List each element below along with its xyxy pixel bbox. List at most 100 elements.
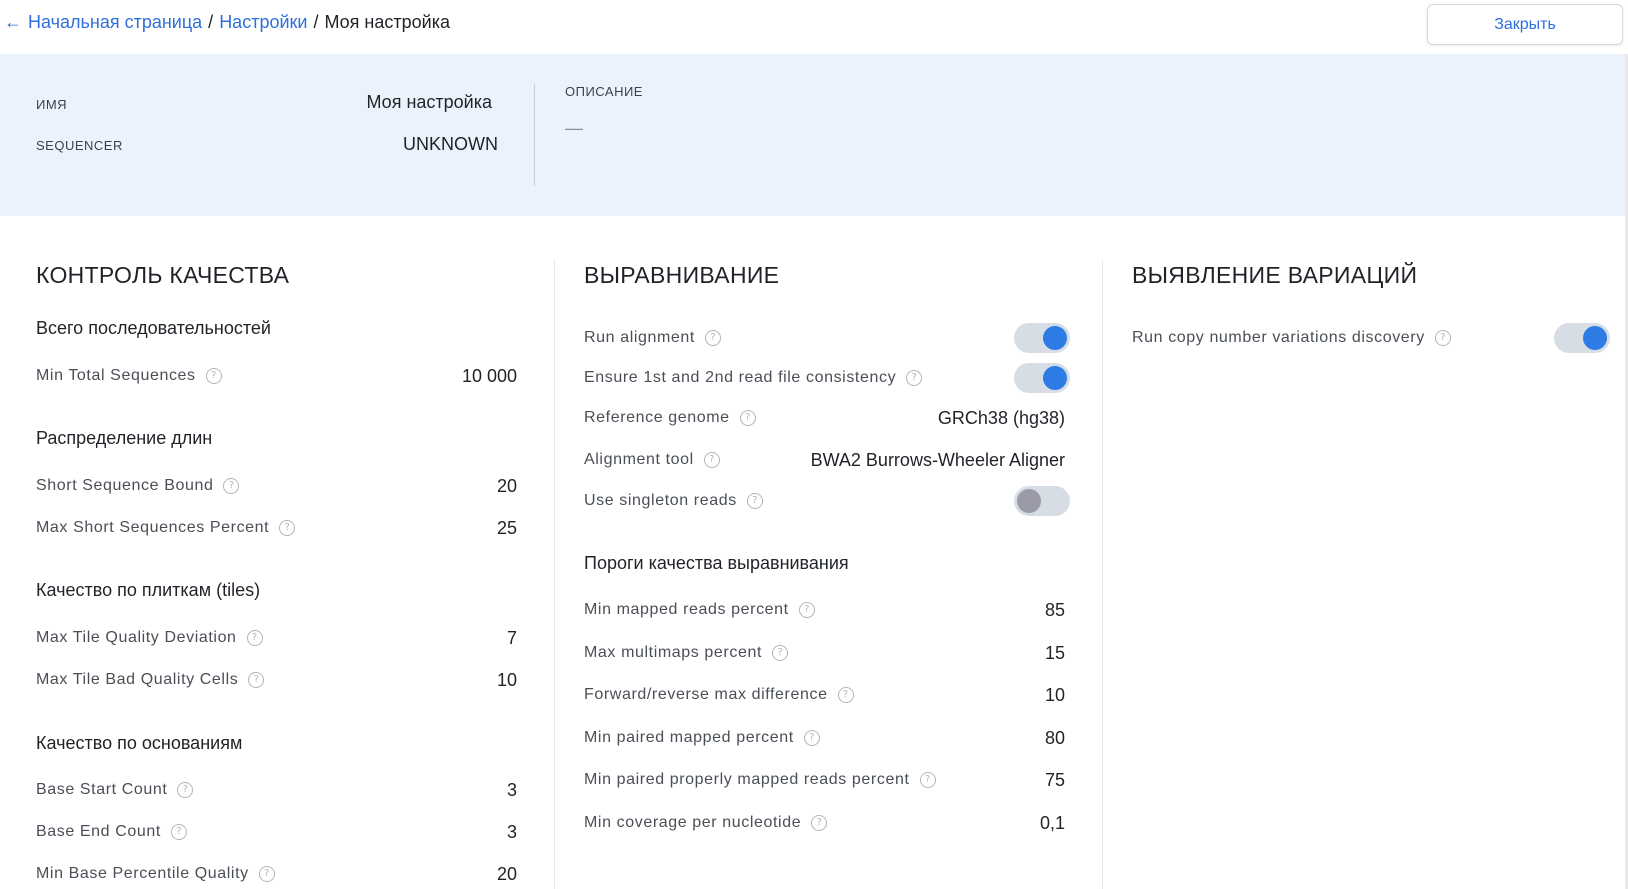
setting-value: 0,1 [1039, 812, 1065, 833]
help-icon[interactable]: ? [803, 730, 820, 746]
breadcrumb-settings-link[interactable]: Настройки [219, 12, 307, 33]
help-icon[interactable]: ? [739, 410, 756, 426]
setting-row: Forward/reverse max difference ? 10 [584, 681, 1065, 709]
description-label: ОПИСАНИЕ [565, 84, 643, 99]
top-bar: ← Начальная страница / Настройки / Моя н… [0, 0, 1628, 54]
help-icon[interactable]: ? [246, 630, 263, 646]
breadcrumb: ← Начальная страница / Настройки / Моя н… [4, 12, 450, 33]
setting-row: Ensure 1st and 2nd read file consistency… [584, 363, 1070, 393]
setting-label: Max Tile Bad Quality Cells [36, 671, 239, 688]
qc-group-title: Качество по основаниям [36, 733, 243, 753]
setting-row: Short Sequence Bound ? 20 [36, 472, 517, 500]
setting-label: Min Base Percentile Quality [36, 865, 249, 882]
setting-value: 85 [1044, 599, 1065, 620]
toggle-knob [1043, 326, 1067, 350]
setting-label: Run copy number variations discovery [1132, 329, 1425, 346]
setting-label: Min paired properly mapped reads percent [584, 771, 910, 788]
info-divider [534, 84, 535, 186]
arrow-left-icon[interactable]: ← [4, 12, 22, 33]
setting-value: GRCh38 (hg38) [937, 407, 1065, 428]
help-icon[interactable]: ? [772, 645, 788, 661]
setting-label: Max Tile Quality Deviation [36, 629, 237, 646]
setting-row: Run copy number variations discovery ? [1132, 323, 1610, 353]
qc-group-title: Всего последовательностей [36, 318, 271, 338]
setting-value: 3 [506, 821, 517, 842]
breadcrumb-home-link[interactable]: Начальная страница [28, 12, 202, 33]
setting-row: Run alignment ? [584, 323, 1070, 353]
setting-row: Alignment tool ? BWA2 Burrows-Wheeler Al… [584, 446, 1065, 474]
help-icon[interactable]: ? [1434, 330, 1451, 346]
info-panel: ИМЯ Моя настройка SEQUENCER UNKNOWN ОПИС… [0, 54, 1628, 216]
help-icon[interactable]: ? [837, 687, 854, 703]
help-icon[interactable]: ? [248, 672, 265, 688]
setting-value: 80 [1044, 727, 1065, 748]
toggle-knob [1017, 489, 1041, 513]
variants-section-title: ВЫЯВЛЕНИЕ ВАРИАЦИЙ [1132, 262, 1418, 288]
setting-row: Base End Count ? 3 [36, 818, 517, 846]
setting-row: Min paired properly mapped reads percent… [584, 766, 1065, 794]
help-icon[interactable]: ? [170, 824, 187, 840]
help-icon[interactable]: ? [811, 815, 828, 831]
toggle-knob [1043, 366, 1067, 390]
setting-value: 3 [506, 779, 517, 800]
sequencer-label: SEQUENCER [36, 138, 123, 153]
name-value: Моя настройка [366, 92, 492, 112]
setting-value: 75 [1044, 769, 1065, 790]
setting-label: Reference genome [584, 409, 730, 426]
help-icon[interactable]: ? [223, 478, 240, 494]
setting-row: Min paired mapped percent ? 80 [584, 724, 1065, 752]
name-label: ИМЯ [36, 97, 68, 112]
setting-row: Max Tile Quality Deviation ? 7 [36, 624, 517, 652]
help-icon[interactable]: ? [798, 602, 815, 618]
setting-value: 10 000 [461, 365, 517, 386]
help-icon[interactable]: ? [919, 772, 936, 788]
breadcrumb-current: Моя настройка [324, 12, 450, 32]
setting-row: Max multimaps percent ? 15 [584, 639, 1065, 667]
column-divider [554, 260, 555, 889]
setting-label: Max Short Sequences Percent [36, 519, 270, 536]
alignment-thresholds-title: Пороги качества выравнивания [584, 553, 849, 573]
help-icon[interactable]: ? [906, 370, 923, 386]
setting-label: Use singleton reads [584, 492, 737, 509]
setting-value: 10 [1044, 684, 1065, 705]
help-icon[interactable]: ? [177, 782, 194, 798]
cnv-discovery-toggle[interactable] [1554, 323, 1610, 353]
help-icon[interactable]: ? [258, 866, 275, 882]
help-icon[interactable]: ? [703, 452, 720, 468]
setting-value: 25 [496, 517, 517, 538]
setting-value: 10 [496, 669, 517, 690]
alignment-section-title: ВЫРАВНИВАНИЕ [584, 262, 780, 288]
setting-label: Forward/reverse max difference [584, 686, 828, 703]
setting-row: Min Total Sequences ? 10 000 [36, 362, 517, 390]
help-icon[interactable]: ? [704, 330, 721, 346]
setting-row: Use singleton reads ? [584, 486, 1070, 516]
setting-row: Min mapped reads percent ? 85 [584, 596, 1065, 624]
setting-label: Base Start Count [36, 781, 168, 798]
close-button[interactable]: Закрыть [1427, 4, 1623, 45]
help-icon[interactable]: ? [746, 493, 763, 509]
setting-row: Min coverage per nucleotide ? 0,1 [584, 809, 1065, 837]
qc-section-title: КОНТРОЛЬ КАЧЕСТВА [36, 262, 290, 288]
toggle-knob [1583, 326, 1607, 350]
setting-row: Reference genome ? GRCh38 (hg38) [584, 404, 1065, 432]
help-icon[interactable]: ? [205, 368, 222, 384]
setting-label: Min Total Sequences [36, 367, 196, 384]
setting-value: 15 [1044, 642, 1065, 663]
qc-group-title: Распределение длин [36, 428, 213, 448]
description-value: — [565, 118, 583, 138]
breadcrumb-separator: / [208, 12, 214, 32]
qc-group-title: Качество по плиткам (tiles) [36, 580, 261, 600]
setting-row: Min Base Percentile Quality ? 20 [36, 860, 517, 888]
setting-value: 20 [496, 863, 517, 884]
setting-row: Base Start Count ? 3 [36, 776, 517, 804]
help-icon[interactable]: ? [279, 520, 296, 536]
setting-label: Min mapped reads percent [584, 601, 789, 618]
singleton-reads-toggle[interactable] [1014, 486, 1070, 516]
setting-label: Min coverage per nucleotide [584, 814, 802, 831]
read-consistency-toggle[interactable] [1014, 363, 1070, 393]
setting-value: 20 [496, 475, 517, 496]
setting-label: Ensure 1st and 2nd read file consistency [584, 369, 897, 386]
breadcrumb-separator: / [313, 12, 319, 32]
run-alignment-toggle[interactable] [1014, 323, 1070, 353]
setting-label: Base End Count [36, 823, 161, 840]
